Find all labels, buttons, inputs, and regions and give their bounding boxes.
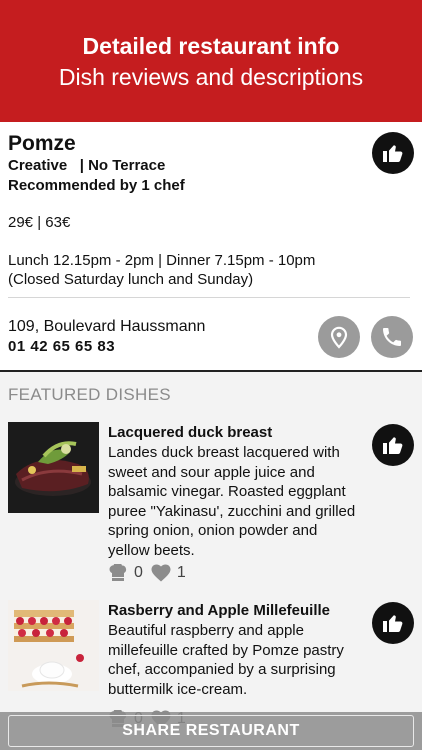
restaurant-phone[interactable]: 01 42 65 65 83 [8, 338, 115, 355]
like-count: 1 [176, 564, 186, 581]
promo-banner: Detailed restaurant info Dish reviews an… [0, 0, 422, 122]
like-dish-button[interactable] [372, 424, 414, 466]
price-range: 29€ | 63€ [8, 214, 71, 231]
like-restaurant-button[interactable] [372, 132, 414, 174]
dish-item[interactable]: Lacquered duck breast Landes duck breast… [0, 422, 422, 592]
featured-dishes-title: FEATURED DISHES [8, 385, 171, 404]
dish-name: Lacquered duck breast [108, 424, 273, 441]
share-restaurant-button[interactable]: SHARE RESTAURANT [8, 715, 414, 747]
thumbs-up-icon [383, 145, 403, 162]
opening-hours: Lunch 12.15pm - 2pm | Dinner 7.15pm - 10… [8, 252, 316, 269]
featured-dishes-section: FEATURED DISHES Lacquered duck breast La… [0, 372, 422, 750]
dish-description: Landes duck breast lacquered with sweet … [108, 444, 356, 559]
banner-title: Detailed restaurant info [82, 33, 340, 59]
restaurant-address: 109, Boulevard Haussmann [8, 318, 206, 335]
dish-description: Beautiful raspberry and apple millefeuil… [108, 622, 344, 698]
restaurant-attributes: Creative | No Terrace [8, 157, 166, 174]
restaurant-info-card: Pomze Creative | No Terrace Recommended … [0, 122, 422, 370]
map-location-button[interactable] [318, 316, 360, 358]
like-dish-button[interactable] [372, 602, 414, 644]
dish-name: Rasberry and Apple Millefeuille [108, 602, 331, 619]
phone-icon [383, 328, 401, 346]
banner-subtitle: Dish reviews and descriptions [58, 64, 364, 90]
divider [8, 297, 410, 298]
share-bar: SHARE RESTAURANT [0, 712, 422, 750]
thumbs-up-icon [383, 437, 403, 454]
chef-hat-icon [109, 564, 127, 581]
dish-photo[interactable] [8, 600, 99, 691]
dish-item[interactable]: Rasberry and Apple Millefeuille Beautifu… [0, 600, 422, 728]
heart-icon[interactable] [151, 564, 171, 582]
location-pin-icon [330, 326, 348, 349]
chef-recommendation: Recommended by 1 chef [8, 177, 185, 194]
closing-days: (Closed Saturday lunch and Sunday) [8, 271, 254, 288]
dish-photo[interactable] [8, 422, 99, 513]
chef-count: 0 [134, 564, 143, 581]
thumbs-up-icon [383, 615, 403, 632]
dish-stats: 0 1 [108, 564, 194, 582]
call-restaurant-button[interactable] [371, 316, 413, 358]
restaurant-name: Pomze [8, 132, 76, 155]
